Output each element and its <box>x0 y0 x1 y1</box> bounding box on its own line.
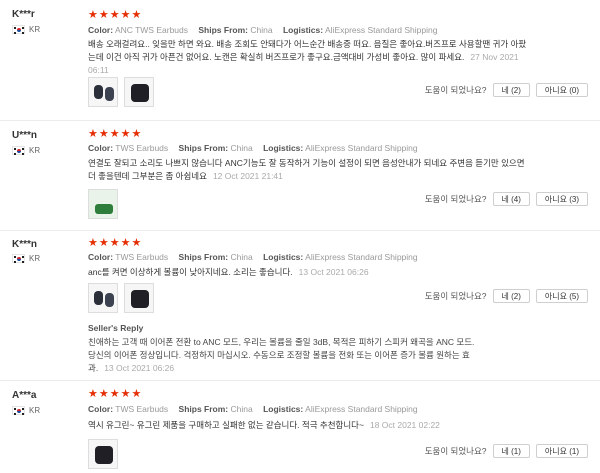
review-photo[interactable] <box>88 439 118 469</box>
color-label: Color: <box>88 143 114 153</box>
ships-from-label: Ships From: <box>178 143 229 153</box>
seller-reply-title: Seller's Reply <box>88 323 144 333</box>
review-item: A***a KR ★★★★★ Color: TWS Earbuds Ships … <box>0 380 600 473</box>
review-text: anc를 켜면 이상하게 볼륨이 낮아지네요. 소리는 좋습니다. 13 Oct … <box>88 266 528 279</box>
logistics-value: AliExpress Standard Shipping <box>325 25 438 35</box>
color-value: TWS Earbuds <box>115 252 169 262</box>
helpful-no-button[interactable]: 아니요 (1) <box>535 444 588 458</box>
ships-from-value: China <box>230 143 253 153</box>
review-photo[interactable] <box>88 77 118 107</box>
review-photo[interactable] <box>88 189 118 219</box>
review-body: anc를 켜면 이상하게 볼륨이 낮아지네요. 소리는 좋습니다. <box>88 267 293 277</box>
korea-flag-icon <box>12 406 25 415</box>
country-code: KR <box>29 406 41 415</box>
reviewer-country: KR <box>12 254 40 263</box>
review-attributes: Color: TWS Earbuds Ships From: China Log… <box>88 143 418 153</box>
helpful-yes-button[interactable]: 네 (2) <box>492 83 530 97</box>
korea-flag-icon <box>12 25 25 34</box>
helpful-yes-button[interactable]: 네 (1) <box>492 444 530 458</box>
review-photos <box>88 77 154 107</box>
review-item: K***n KR ★★★★★ Color: TWS Earbuds Ships … <box>0 230 600 381</box>
reviewer-country: KR <box>12 25 40 34</box>
helpful-vote: 도움이 되었나요? 네 (2) 아니요 (5) <box>425 289 588 303</box>
helpful-vote: 도움이 되었나요? 네 (4) 아니요 (3) <box>425 192 588 206</box>
ships-from-value: China <box>230 252 253 262</box>
review-date: 12 Oct 2021 21:41 <box>212 171 283 181</box>
helpful-question: 도움이 되었나요? <box>424 291 487 301</box>
color-label: Color: <box>88 252 114 262</box>
review-body: 역시 유그린~ 유그린 제품을 구매하고 실패한 없는 같습니다. 적극 추천합… <box>88 420 364 430</box>
reviewer-name: A***a <box>12 390 37 401</box>
logistics-label: Logistics: <box>282 25 324 35</box>
review-text: 역시 유그린~ 유그린 제품을 구매하고 실패한 없는 같습니다. 적극 추천합… <box>88 419 528 432</box>
review-body: 연결도 잘되고 소리도 나쁘지 않습니다 ANC기능도 잘 동작하거 기능이 설… <box>88 158 525 181</box>
review-body: 배송 오래걸려요.. 잊을만 하면 와요. 배송 조회도 안돼다가 어느순간 배… <box>88 39 527 62</box>
korea-flag-icon <box>12 254 25 263</box>
review-photo[interactable] <box>124 77 154 107</box>
helpful-question: 도움이 되었나요? <box>424 194 487 204</box>
helpful-question: 도움이 되었나요? <box>424 446 487 456</box>
review-attributes: Color: ANC TWS Earbuds Ships From: China… <box>88 25 437 35</box>
review-attributes: Color: TWS Earbuds Ships From: China Log… <box>88 252 418 262</box>
review-date: 18 Oct 2021 02:22 <box>369 420 440 430</box>
seller-reply-text: 친애하는 고객 때 이어폰 전환 to ANC 모드, 우리는 볼륨을 줄일 3… <box>88 336 478 375</box>
review-attributes: Color: TWS Earbuds Ships From: China Log… <box>88 404 418 414</box>
ships-from-value: China <box>250 25 273 35</box>
color-label: Color: <box>88 404 114 414</box>
review-photos <box>88 439 118 469</box>
helpful-yes-button[interactable]: 네 (4) <box>492 192 530 206</box>
country-code: KR <box>29 146 41 155</box>
ships-from-label: Ships From: <box>198 25 248 35</box>
logistics-value: AliExpress Standard Shipping <box>305 252 418 262</box>
helpful-question: 도움이 되었나요? <box>424 85 487 95</box>
review-text: 배송 오래걸려요.. 잊을만 하면 와요. 배송 조회도 안돼다가 어느순간 배… <box>88 38 528 77</box>
star-rating: ★★★★★ <box>88 9 143 21</box>
reviewer-name: K***n <box>12 239 38 250</box>
helpful-no-button[interactable]: 아니요 (0) <box>535 83 588 97</box>
helpful-vote: 도움이 되었나요? 네 (2) 아니요 (0) <box>425 83 588 97</box>
review-photo[interactable] <box>88 283 118 313</box>
color-value: ANC TWS Earbuds <box>114 25 188 35</box>
logistics-label: Logistics: <box>263 252 304 262</box>
color-value: TWS Earbuds <box>115 404 169 414</box>
review-photos <box>88 283 154 313</box>
reviewer-country: KR <box>12 146 40 155</box>
reviewer-name: U***n <box>12 130 38 141</box>
review-text: 연결도 잘되고 소리도 나쁘지 않습니다 ANC기능도 잘 동작하거 기능이 설… <box>88 157 528 183</box>
review-item: K***r KR ★★★★★ Color: ANC TWS Earbuds Sh… <box>0 0 600 120</box>
star-rating: ★★★★★ <box>88 237 143 249</box>
ships-from-value: China <box>230 404 253 414</box>
logistics-value: AliExpress Standard Shipping <box>305 143 418 153</box>
ships-from-label: Ships From: <box>178 252 229 262</box>
seller-reply-date: 13 Oct 2021 06:26 <box>104 363 175 373</box>
logistics-label: Logistics: <box>263 404 304 414</box>
color-value: TWS Earbuds <box>115 143 169 153</box>
review-date: 13 Oct 2021 06:26 <box>298 267 369 277</box>
ships-from-label: Ships From: <box>178 404 229 414</box>
star-rating: ★★★★★ <box>88 128 143 140</box>
review-photo[interactable] <box>124 283 154 313</box>
helpful-no-button[interactable]: 아니요 (3) <box>535 192 588 206</box>
logistics-label: Logistics: <box>263 143 304 153</box>
helpful-no-button[interactable]: 아니요 (5) <box>535 289 588 303</box>
reviewer-name: K***r <box>12 9 35 20</box>
country-code: KR <box>29 254 41 263</box>
star-rating: ★★★★★ <box>88 388 143 400</box>
helpful-vote: 도움이 되었나요? 네 (1) 아니요 (1) <box>425 444 588 458</box>
review-photos <box>88 189 118 219</box>
reviewer-country: KR <box>12 406 40 415</box>
helpful-yes-button[interactable]: 네 (2) <box>492 289 530 303</box>
logistics-value: AliExpress Standard Shipping <box>305 404 418 414</box>
color-label: Color: <box>88 25 114 35</box>
review-item: U***n KR ★★★★★ Color: TWS Earbuds Ships … <box>0 120 600 231</box>
korea-flag-icon <box>12 146 25 155</box>
country-code: KR <box>29 25 41 34</box>
